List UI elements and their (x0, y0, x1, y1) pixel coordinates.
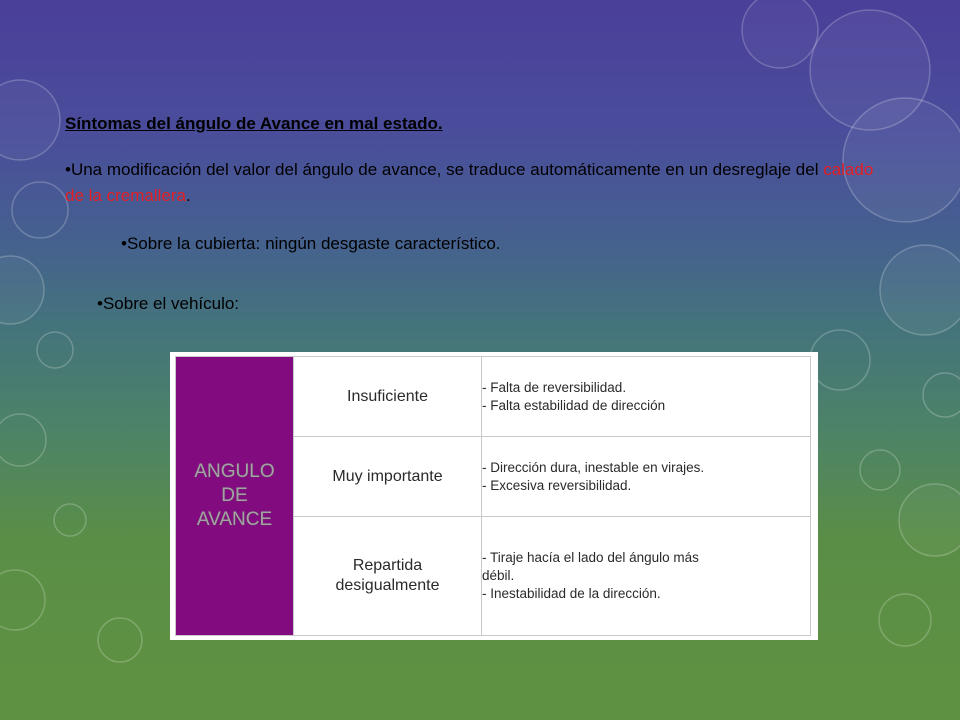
header-line: AVANCE (196, 509, 273, 530)
level-cell: Insuficiente (293, 355, 482, 438)
cubierta-label: •Sobre la cubierta: (121, 234, 261, 253)
effect-text: - Excesiva reversibilidad. (482, 477, 632, 493)
effect-text: - Falta estabilidad de dirección (482, 397, 666, 413)
paragraph-text: Una modificación del valor del ángulo de… (70, 160, 824, 179)
bullet-vehiculo: •Sobre el vehículo: (97, 294, 240, 313)
cubierta-value: ningún desgaste característico. (265, 234, 501, 253)
effects-cell: - Falta de reversibilidad. - Falta estab… (481, 355, 811, 438)
level-text: Repartida (352, 557, 423, 575)
level-text: Muy importante (332, 467, 443, 485)
table-row: ANGULO DE AVANCE Insuficiente - Falta de… (175, 355, 811, 636)
effect-text: - Inestabilidad de la dirección. (482, 586, 661, 602)
level-text: Insuficiente (347, 387, 428, 405)
effect-text: - Dirección dura, inestable en virajes. (482, 459, 705, 475)
slide-title: Síntomas del ángulo de Avance en mal est… (65, 114, 443, 133)
table-header-cell: ANGULO DE AVANCE (175, 356, 294, 636)
effects-cell: - Dirección dura, inestable en virajes. … (481, 436, 811, 518)
level-text: desigualmente (335, 577, 440, 595)
header-line: DE (221, 485, 248, 506)
header-line: ANGULO (194, 461, 275, 482)
avance-table: ANGULO DE AVANCE Insuficiente - Falta de… (175, 355, 811, 636)
effect-text: - Falta de reversibilidad. (482, 379, 627, 395)
effect-text: - Tiraje hacía el lado del ángulo más (482, 550, 699, 566)
effect-text: débil. (482, 568, 515, 584)
bullet-cubierta: •Sobre la cubierta: ningún desgaste carac… (121, 234, 501, 254)
level-cell: Repartida desigualmente (293, 516, 482, 636)
avance-table-image: ANGULO DE AVANCE Insuficiente - Falta de… (170, 352, 818, 640)
effects-cell: - Tiraje hacía el lado del ángulo más dé… (481, 516, 811, 636)
intro-paragraph: •Una modificación del valor del ángulo d… (65, 157, 895, 209)
paragraph-end: . (185, 186, 191, 205)
level-cell: Muy importante (293, 436, 482, 518)
